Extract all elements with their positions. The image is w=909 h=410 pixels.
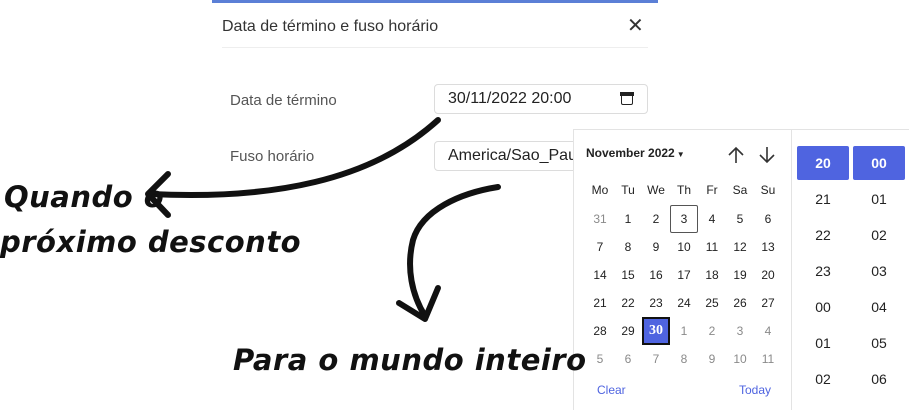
annotation-line-2: próximo desconto bbox=[0, 225, 302, 259]
arrow-to-world-line bbox=[407, 184, 501, 319]
annotation-line-1: Quando o bbox=[4, 180, 165, 214]
annotation-line-3: Para o mundo inteiro bbox=[233, 343, 587, 377]
arrow-to-label-line bbox=[147, 117, 441, 199]
